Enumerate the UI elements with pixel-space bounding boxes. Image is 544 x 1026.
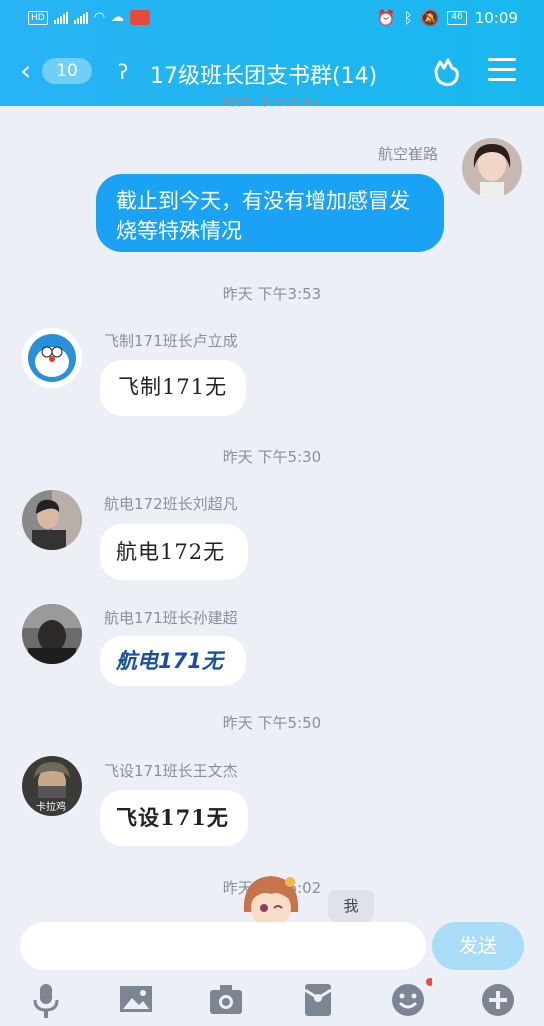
avatar[interactable] xyxy=(240,872,302,924)
page-title: 17级班长团支书群(14) xyxy=(150,64,378,89)
sender-name: 飞制171班长卢立成 xyxy=(104,332,238,350)
mute-icon: 🔕 xyxy=(420,9,440,27)
wifi-icon: ◠ xyxy=(93,10,106,25)
bluetooth-icon: ᛒ xyxy=(403,9,413,27)
timestamp: 昨天 下午5:50 xyxy=(222,714,322,732)
avatar[interactable]: 卡拉鸡 xyxy=(22,756,82,816)
message-bubble[interactable]: 飞设171无 xyxy=(100,790,248,846)
timestamp: 昨天 下午3:53 xyxy=(222,285,322,303)
message-input[interactable] xyxy=(20,922,426,970)
input-toolbar xyxy=(0,976,544,1026)
red-packet-icon[interactable] xyxy=(294,976,342,1024)
me-label: 我 xyxy=(328,890,374,922)
camera-icon[interactable] xyxy=(202,976,250,1024)
hd-indicator: HD xyxy=(28,10,48,25)
avatar[interactable] xyxy=(22,328,82,388)
alarm-icon: ⏰ xyxy=(376,9,396,27)
unread-badge: 10 xyxy=(42,58,92,84)
signal-icon xyxy=(53,11,68,24)
message-bubble[interactable]: 航电172无 xyxy=(100,524,248,580)
header: HD ◠ ☁ ⏰ ᛒ 🔕 46 10:09 ‹ 10 ʔ 17级班长团支书群(1… xyxy=(0,0,544,106)
avatar[interactable] xyxy=(22,604,82,664)
nav-bar: ‹ 10 ʔ 17级班长团支书群(14) xyxy=(0,46,544,98)
cloud-icon: ☁ xyxy=(111,10,125,25)
sender-name: 航电171班长孙建超 xyxy=(104,609,238,627)
signal-icon xyxy=(73,11,88,24)
timestamp: 昨天 下午5:30 xyxy=(222,448,322,466)
battery-icon: 46 xyxy=(447,11,467,25)
my-message-bubble[interactable]: 截止到今天，有没有增加感冒发烧等特殊情况 xyxy=(96,174,444,252)
send-button[interactable]: 发送 xyxy=(432,922,524,970)
menu-icon[interactable] xyxy=(488,58,516,82)
message-bubble[interactable]: 飞制171无 xyxy=(100,360,246,416)
chevron-left-icon: ‹ xyxy=(20,54,32,87)
avatar[interactable] xyxy=(22,490,82,550)
group-app-icon[interactable] xyxy=(430,56,464,90)
earpiece-mode-icon[interactable]: ʔ xyxy=(118,60,128,84)
avatar[interactable] xyxy=(462,138,522,198)
microphone-icon[interactable] xyxy=(22,976,70,1024)
plus-icon[interactable] xyxy=(474,976,522,1024)
status-bar: HD ◠ ☁ ⏰ ᛒ 🔕 46 10:09 xyxy=(0,0,544,36)
sender-name: 航电172班长刘超凡 xyxy=(104,495,238,513)
sender-name: 飞设171班长王文杰 xyxy=(104,762,238,780)
timestamp: 昨天 下午3:47 xyxy=(222,98,322,108)
sender-name: 航空崔路 xyxy=(377,145,438,163)
app-notification-icon xyxy=(130,10,151,25)
back-button[interactable]: ‹ 10 xyxy=(20,56,100,86)
avatar-caption: 卡拉鸡 xyxy=(36,800,66,813)
emoji-icon[interactable] xyxy=(384,976,432,1024)
clock: 10:09 xyxy=(474,9,518,27)
image-icon[interactable] xyxy=(112,976,160,1024)
message-bubble[interactable]: 航电171无 xyxy=(100,636,246,686)
